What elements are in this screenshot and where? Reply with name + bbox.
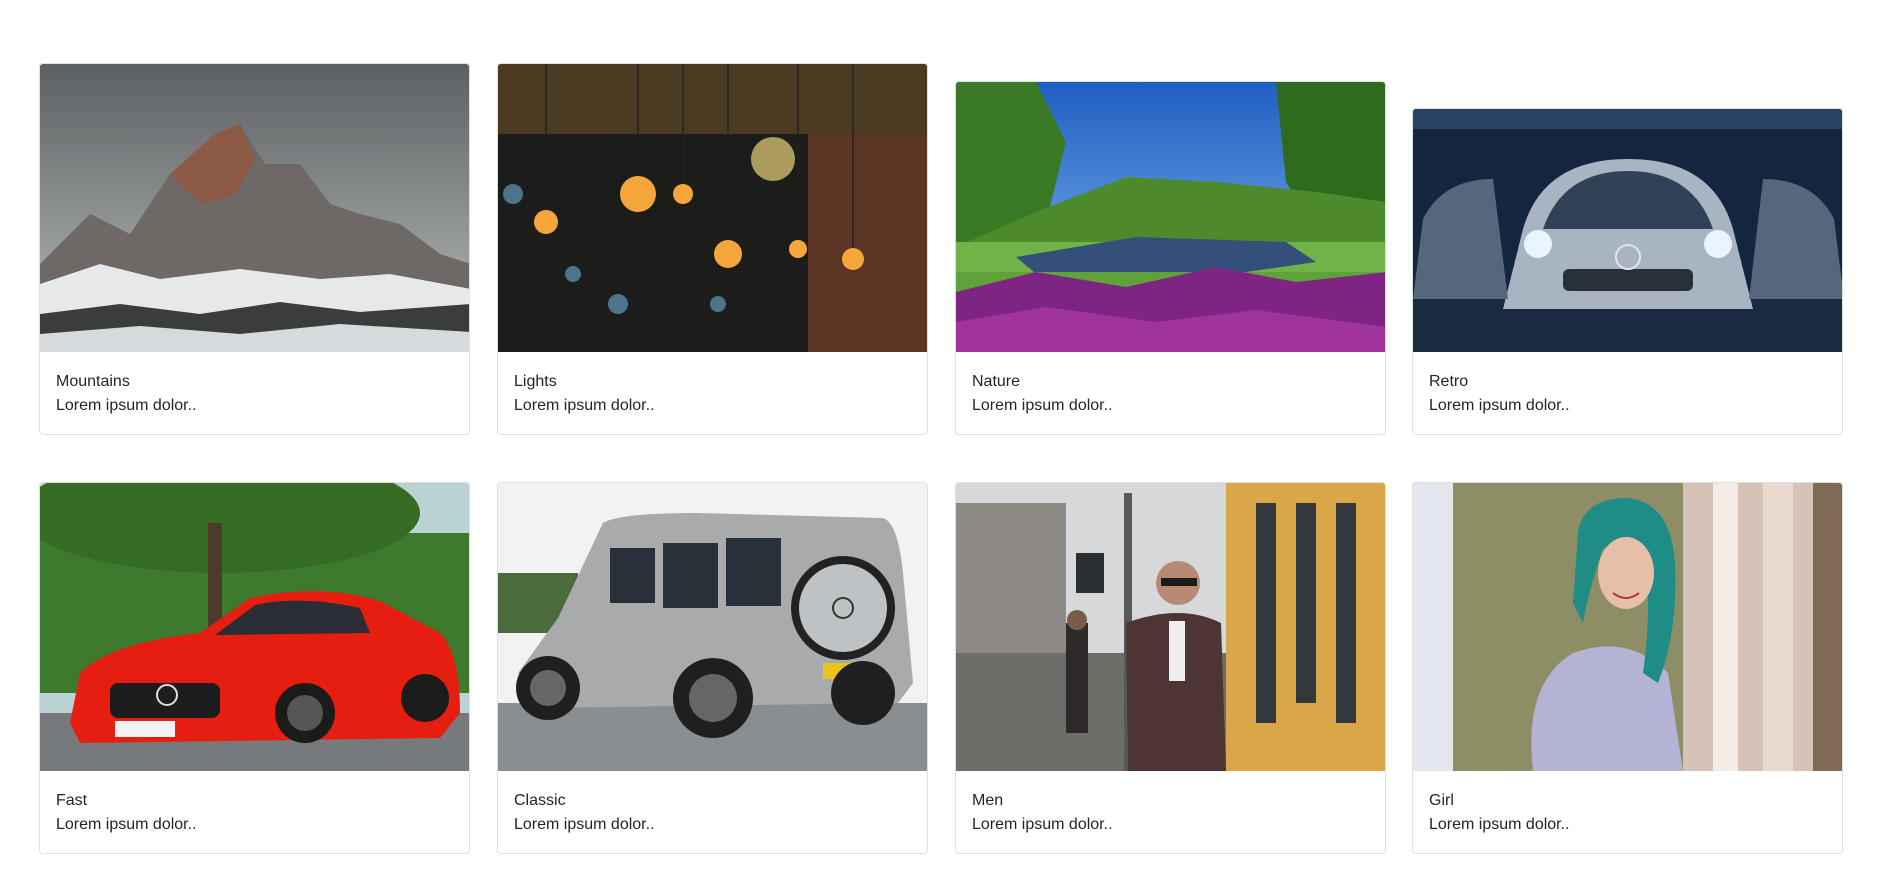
- card-mountains[interactable]: Mountains Lorem ipsum dolor..: [39, 63, 470, 435]
- card-text: Lorem ipsum dolor..: [56, 816, 197, 833]
- snowy-mountain-image: [40, 64, 469, 352]
- card-text: Lorem ipsum dolor..: [972, 816, 1113, 833]
- card-classic[interactable]: Classic Lorem ipsum dolor..: [497, 482, 928, 854]
- park-river-image: [956, 82, 1385, 352]
- card-girl[interactable]: Girl Lorem ipsum dolor..: [1412, 482, 1843, 854]
- card-text: Lorem ipsum dolor..: [972, 397, 1113, 414]
- card-text: Lorem ipsum dolor..: [514, 816, 655, 833]
- card-fast[interactable]: Fast Lorem ipsum dolor..: [39, 482, 470, 854]
- card-retro[interactable]: Retro Lorem ipsum dolor..: [1412, 108, 1843, 435]
- red-sports-car-image: [40, 483, 469, 771]
- card-title: Mountains: [56, 373, 130, 390]
- man-on-phone-street-image: [956, 483, 1385, 771]
- card-title: Lights: [514, 373, 557, 390]
- card-title: Retro: [1429, 373, 1469, 390]
- silver-cars-image: [1413, 109, 1842, 352]
- card-men[interactable]: Men Lorem ipsum dolor..: [955, 482, 1386, 854]
- card-text: Lorem ipsum dolor..: [1429, 816, 1570, 833]
- card-title: Classic: [514, 792, 566, 809]
- card-title: Nature: [972, 373, 1021, 390]
- card-title: Girl: [1429, 792, 1454, 809]
- card-text: Lorem ipsum dolor..: [514, 397, 655, 414]
- card-nature[interactable]: Nature Lorem ipsum dolor..: [955, 81, 1386, 435]
- card-title: Fast: [56, 792, 88, 809]
- card-text: Lorem ipsum dolor..: [56, 397, 197, 414]
- green-hair-woman-image: [1413, 483, 1842, 771]
- silver-suv-image: [498, 483, 927, 771]
- card-title: Men: [972, 792, 1004, 809]
- card-lights[interactable]: Lights Lorem ipsum dolor..: [497, 63, 928, 435]
- card-text: Lorem ipsum dolor..: [1429, 397, 1570, 414]
- hanging-bulbs-image: [498, 64, 927, 352]
